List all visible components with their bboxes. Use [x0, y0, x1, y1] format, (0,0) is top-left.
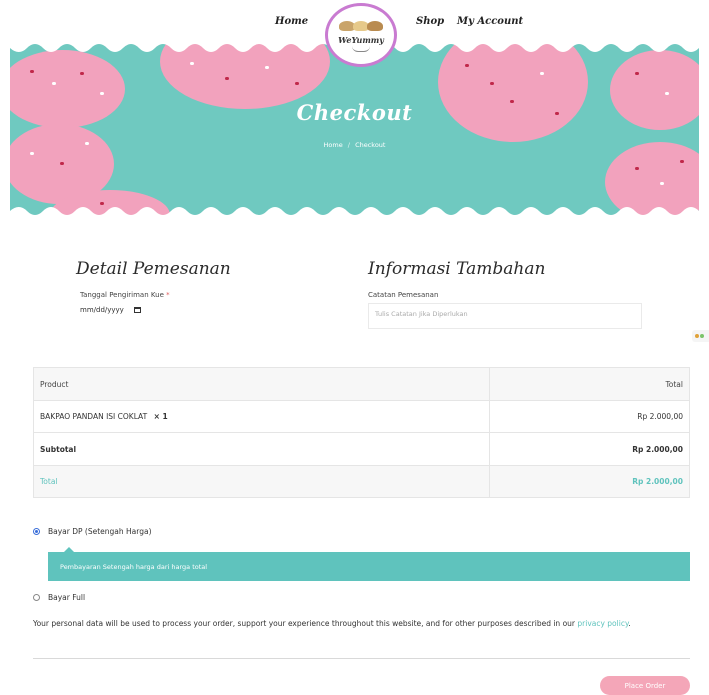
delivery-date-label-text: Tanggal Pengiriman Kue: [80, 291, 164, 299]
additional-info-heading: Informasi Tambahan: [368, 259, 546, 279]
nav-account-link[interactable]: My Account: [457, 16, 523, 27]
payment-option-dp[interactable]: Bayar DP (Setengah Harga): [33, 527, 152, 536]
payment-dp-radio[interactable]: [33, 528, 40, 535]
order-notes-label: Catatan Pemesanan: [368, 291, 439, 299]
delivery-date-input[interactable]: mm/dd/yyyy: [80, 306, 141, 314]
order-item-total: Rp 2.000,00: [489, 400, 690, 433]
place-order-button[interactable]: Place Order: [600, 676, 690, 695]
delivery-date-placeholder: mm/dd/yyyy: [80, 306, 124, 314]
order-notes-input[interactable]: Tulis Catatan Jika Diperlukan: [368, 303, 642, 329]
privacy-period: .: [628, 619, 631, 628]
table-header-row: Product Total: [33, 367, 690, 401]
subtotal-label: Subtotal: [33, 432, 490, 466]
privacy-policy-link[interactable]: privacy policy: [577, 619, 628, 628]
nav-shop-link[interactable]: Shop: [416, 16, 444, 27]
total-label: Total: [33, 465, 490, 498]
cake-icon: [339, 19, 383, 33]
privacy-notice: Your personal data will be used to proce…: [33, 616, 693, 631]
order-item-quantity: × 1: [153, 412, 168, 421]
privacy-notice-text: Your personal data will be used to proce…: [33, 619, 575, 628]
payment-full-label[interactable]: Bayar Full: [48, 593, 85, 602]
logo-brand-text: WeYummy: [338, 34, 384, 45]
wave-border-bottom: [10, 207, 699, 217]
order-item-name: BAKPAO PANDAN ISI COKLAT: [40, 412, 148, 421]
order-item-cell: BAKPAO PANDAN ISI COKLAT × 1: [33, 400, 490, 433]
breadcrumb: Home / Checkout: [10, 141, 699, 149]
total-row: Total Rp 2.000,00: [33, 465, 690, 498]
floating-widget-icon[interactable]: [692, 330, 709, 342]
page-hero-banner: Checkout Home / Checkout: [10, 42, 699, 217]
sprinkles-decoration: [10, 42, 699, 217]
table-row: BAKPAO PANDAN ISI COKLAT × 1 Rp 2.000,00: [33, 400, 690, 433]
column-header-product: Product: [33, 367, 490, 401]
required-mark: *: [166, 291, 170, 299]
breadcrumb-current: Checkout: [355, 141, 386, 149]
divider: [33, 658, 690, 659]
delivery-date-label: Tanggal Pengiriman Kue *: [80, 291, 170, 299]
total-value: Rp 2.000,00: [489, 465, 690, 498]
calendar-icon[interactable]: [133, 307, 141, 313]
order-details-heading: Detail Pemesanan: [76, 259, 231, 279]
nav-home-link[interactable]: Home: [275, 16, 308, 27]
subtotal-row: Subtotal Rp 2.000,00: [33, 432, 690, 466]
breadcrumb-home-link[interactable]: Home: [324, 141, 343, 149]
payment-option-full[interactable]: Bayar Full: [33, 593, 85, 602]
logo-smile-icon: [352, 46, 370, 52]
order-review-table: Product Total BAKPAO PANDAN ISI COKLAT ×…: [33, 367, 690, 498]
payment-dp-description: Pembayaran Setengah harga dari harga tot…: [48, 547, 690, 581]
subtotal-value: Rp 2.000,00: [489, 432, 690, 466]
page-title: Checkout: [296, 100, 413, 125]
column-header-total: Total: [489, 367, 690, 401]
breadcrumb-separator: /: [347, 141, 350, 149]
payment-full-radio[interactable]: [33, 594, 40, 601]
site-logo[interactable]: WeYummy: [325, 3, 397, 67]
payment-dp-label[interactable]: Bayar DP (Setengah Harga): [48, 527, 152, 536]
